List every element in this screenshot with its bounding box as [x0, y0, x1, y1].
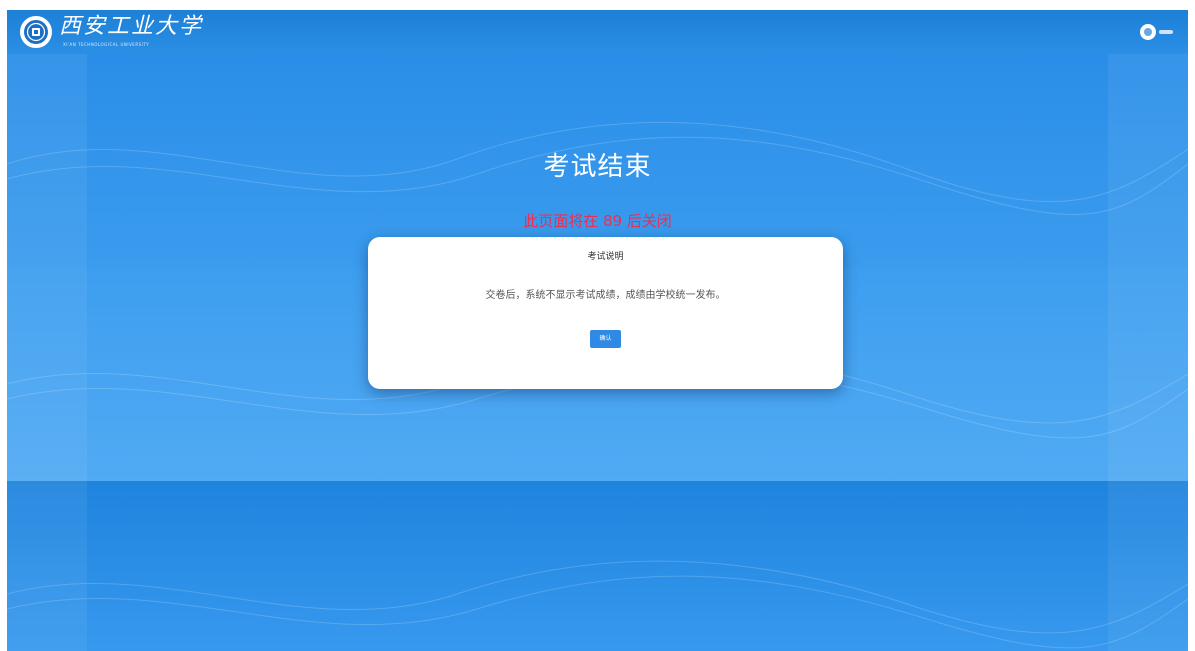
top-header-bar: 西安工业大学 XI'AN TECHNOLOGICAL UNIVERSITY	[7, 10, 1188, 54]
exam-notice-dialog: 考试说明 交卷后，系统不显示考试成绩，成绩由学校统一发布。 确认	[368, 237, 843, 389]
dialog-title: 考试说明	[587, 252, 624, 262]
user-menu[interactable]	[1140, 23, 1173, 41]
dialog-message: 交卷后，系统不显示考试成绩，成绩由学校统一发布。	[485, 290, 726, 301]
university-seal-icon	[20, 16, 52, 48]
university-logo-subtitle: XI'AN TECHNOLOGICAL UNIVERSITY	[63, 42, 150, 47]
exam-end-page: 西安工业大学 XI'AN TECHNOLOGICAL UNIVERSITY 考试…	[7, 10, 1188, 651]
university-logo-name: 西安工业大学	[59, 14, 204, 39]
page-title: 考试结束	[543, 152, 652, 182]
confirm-button[interactable]: 确认	[590, 330, 621, 348]
close-countdown-text: 此页面将在 89 后关闭	[523, 212, 672, 230]
background-band-bottom	[7, 481, 1188, 651]
user-avatar-icon[interactable]	[1140, 24, 1156, 40]
user-name-placeholder	[1159, 30, 1173, 34]
